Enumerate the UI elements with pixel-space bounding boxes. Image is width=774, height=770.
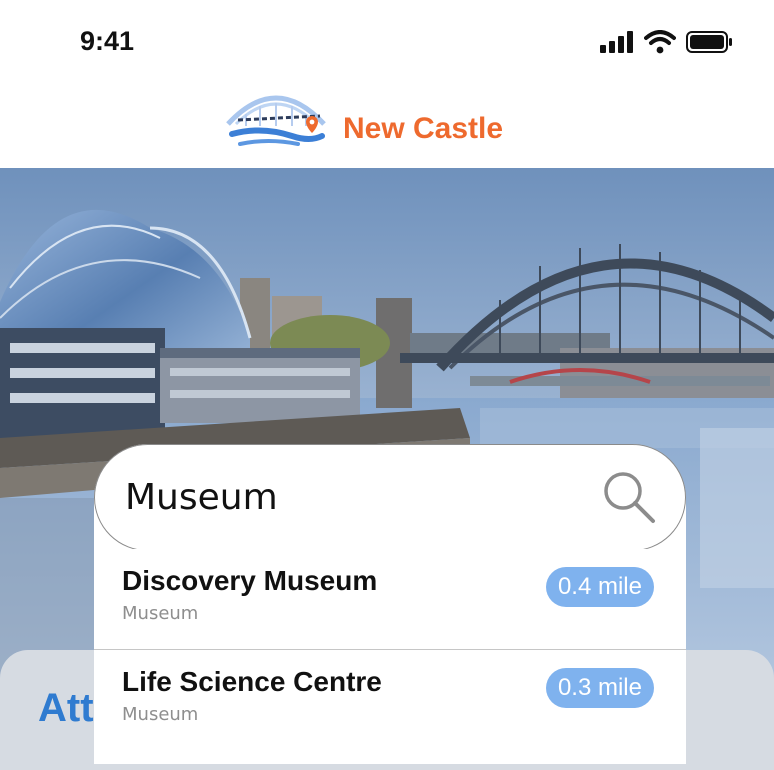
battery-icon <box>686 31 732 53</box>
brand-name: New Castle <box>343 112 504 145</box>
wifi-icon <box>644 30 676 54</box>
search-result-item[interactable]: Life Science Centre Museum 0.3 mile <box>94 650 686 750</box>
status-bar: 9:41 <box>0 0 774 88</box>
status-time: 9:41 <box>80 26 135 56</box>
result-name: Discovery Museum <box>122 565 378 596</box>
distance-badge: 0.4 mile <box>545 567 654 607</box>
search-icon[interactable] <box>601 469 657 525</box>
search-result-item[interactable]: Discovery Museum Museum 0.4 mile <box>94 549 686 649</box>
search-panel: Discovery Museum Museum 0.4 mile Life Sc… <box>94 444 686 764</box>
result-category: Museum <box>122 704 199 725</box>
distance-badge: 0.3 mile <box>545 668 654 708</box>
search-input[interactable] <box>125 469 565 525</box>
brand-header: New Castle <box>0 88 774 168</box>
result-category: Museum <box>122 603 199 624</box>
result-name: Life Science Centre <box>122 666 382 697</box>
search-bar <box>94 444 686 551</box>
tyne-bridge-logo-icon <box>226 95 326 146</box>
status-icons <box>600 30 734 54</box>
signal-icon <box>600 31 633 53</box>
